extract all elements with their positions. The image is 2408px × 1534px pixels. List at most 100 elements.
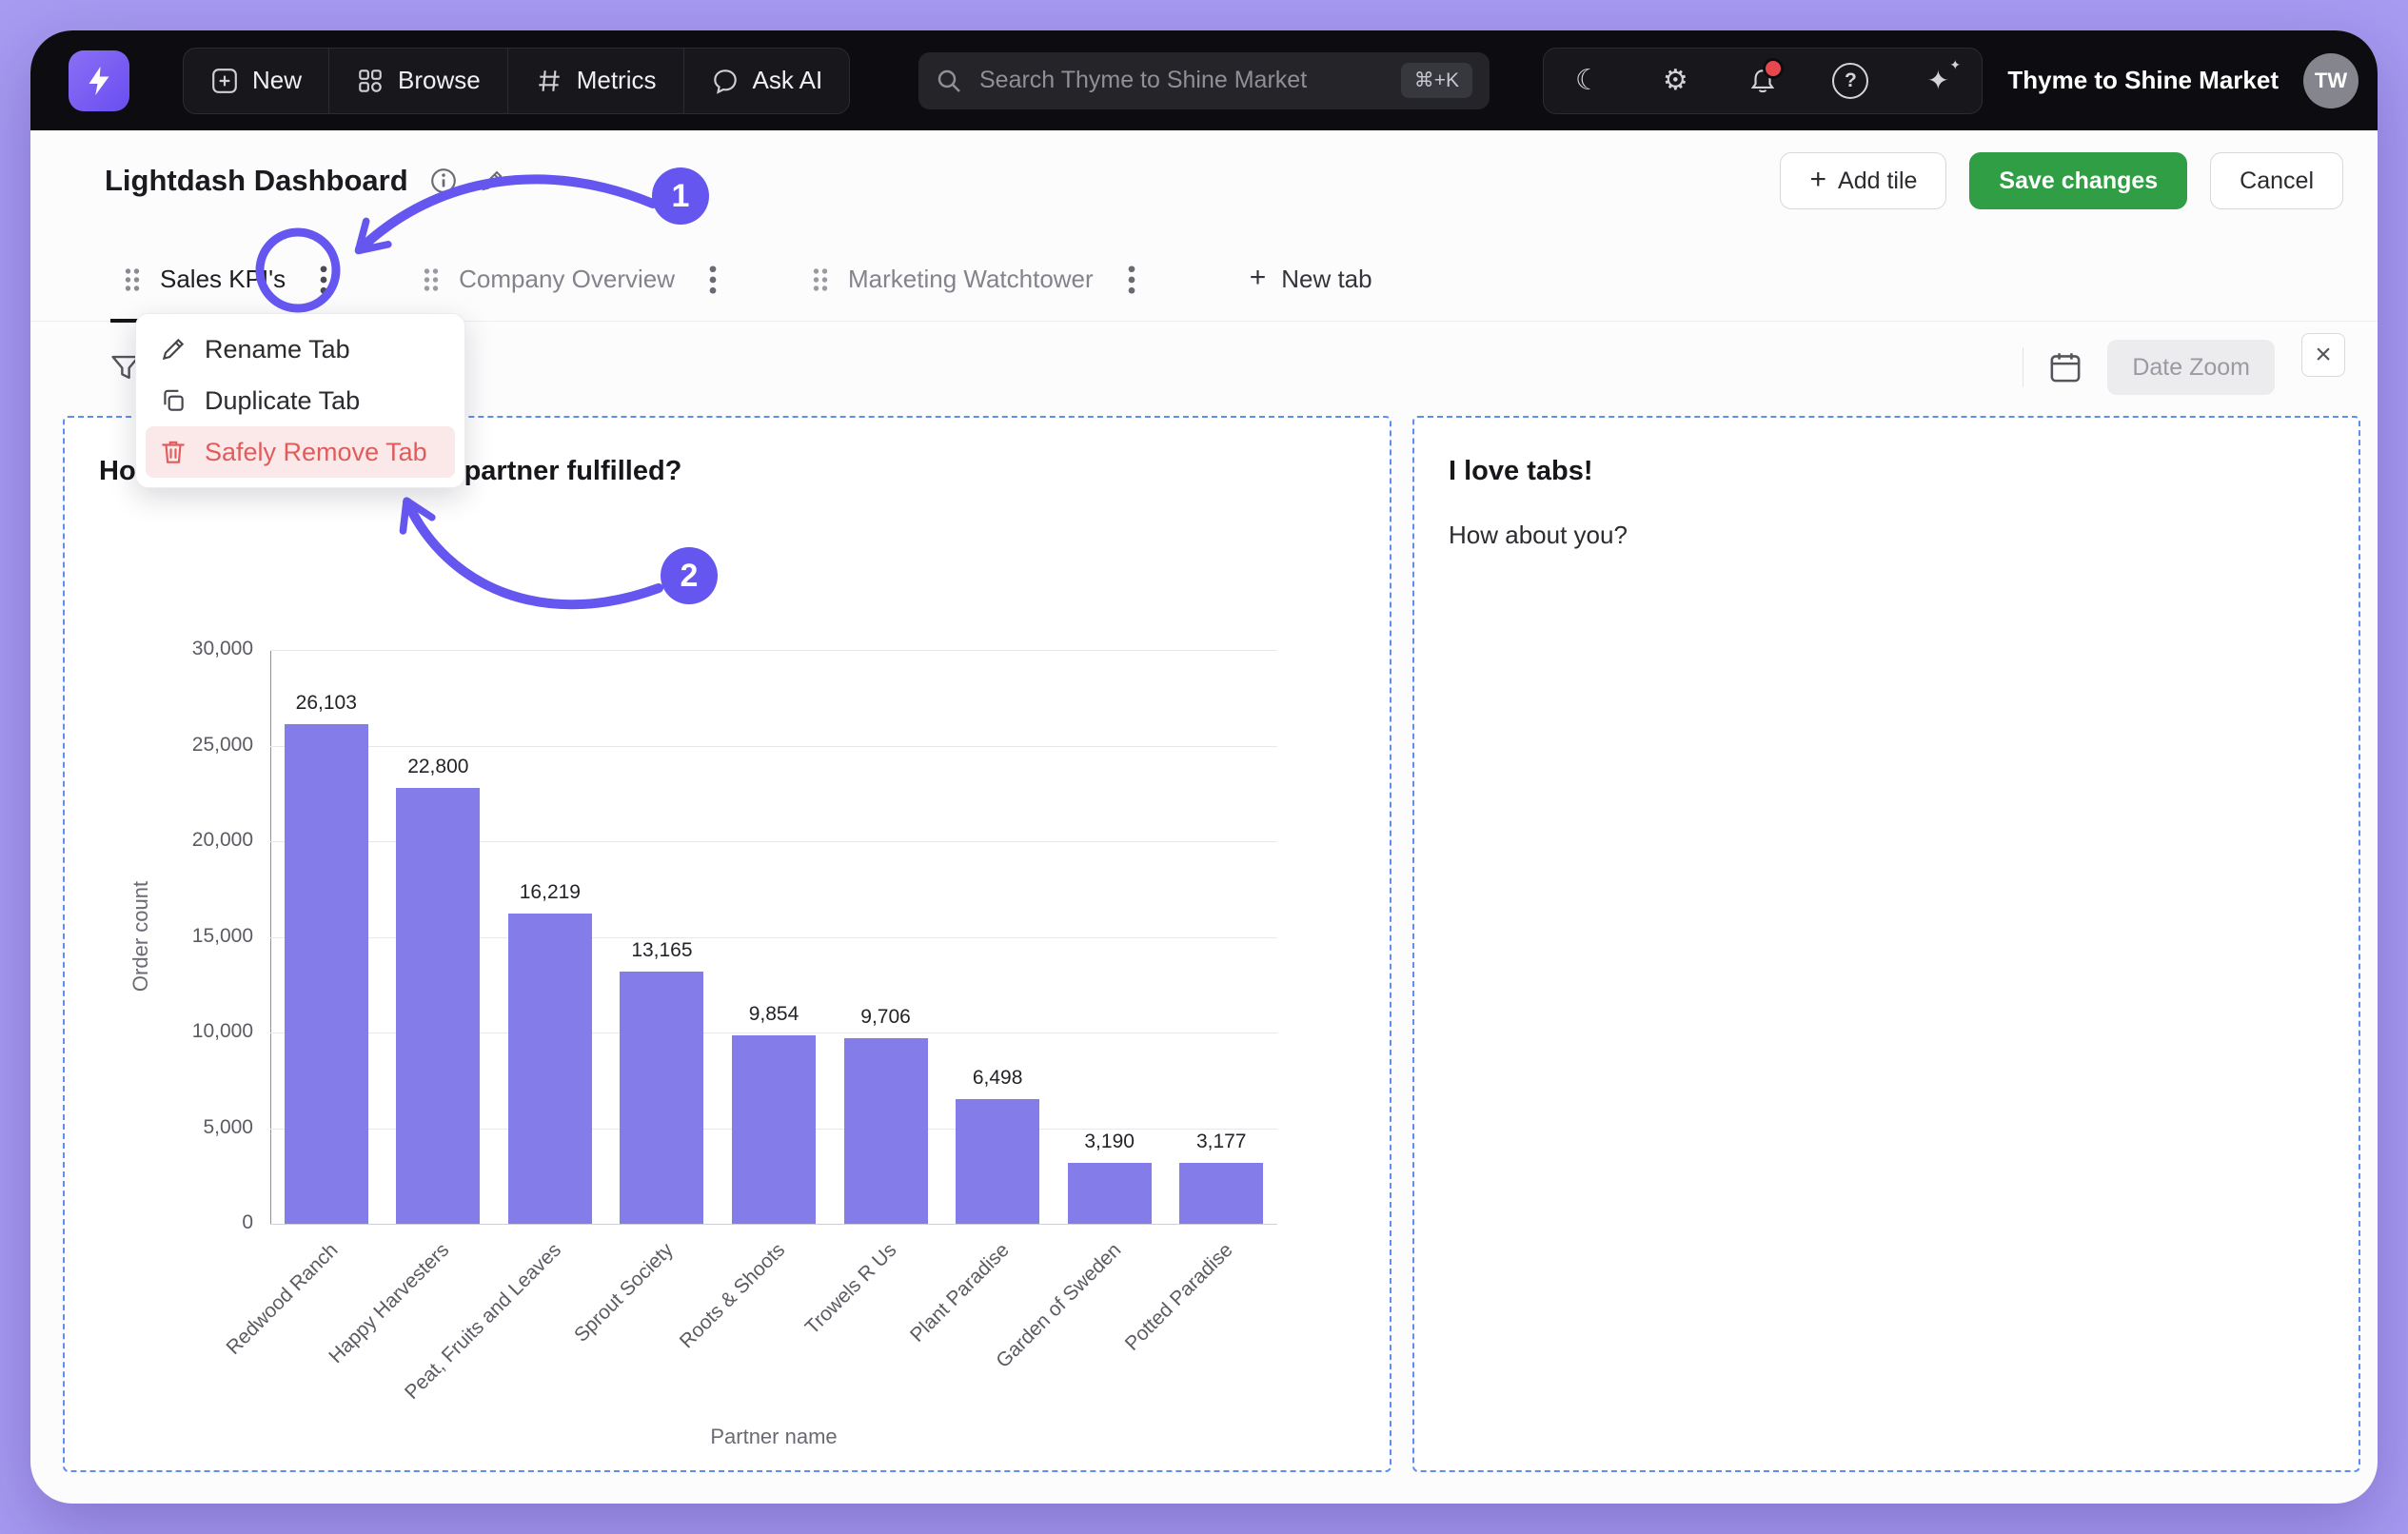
kebab-menu-icon (1127, 265, 1136, 295)
global-search[interactable]: ⌘+K (918, 52, 1490, 109)
bar-1[interactable] (396, 788, 480, 1224)
navbar-right-cluster: ☾ ⚙ ? ✦✦ Thyme to Shine Market TW (1543, 48, 2359, 114)
sparkles-icon: ✦✦ (1927, 65, 1949, 96)
search-input[interactable] (977, 66, 1386, 95)
y-tick-label: 30,000 (105, 638, 253, 660)
date-zoom-button[interactable]: Date Zoom (2107, 340, 2275, 395)
new-label: New (252, 66, 302, 95)
drag-handle-icon[interactable] (810, 266, 831, 294)
bar-value-label: 13,165 (576, 939, 747, 962)
browse-button[interactable]: Browse (328, 49, 507, 113)
plus-icon: + (1250, 264, 1267, 292)
bar-0[interactable] (285, 724, 368, 1224)
metrics-label: Metrics (577, 66, 657, 95)
app-window: New Browse Metrics Ask AI ⌘+K (30, 30, 2378, 1504)
chat-bubble-icon (711, 67, 740, 95)
text-tile[interactable]: I love tabs! How about you? (1412, 416, 2360, 1472)
y-tick-label: 5,000 (105, 1116, 253, 1139)
gridline (270, 746, 1277, 747)
ai-sparkles-button[interactable]: ✦✦ (1894, 49, 1982, 113)
bar-6[interactable] (956, 1099, 1039, 1224)
bar-8[interactable] (1179, 1163, 1263, 1224)
trash-icon (159, 438, 188, 466)
help-icon: ? (1832, 63, 1868, 99)
text-tile-body: How about you? (1449, 521, 1628, 550)
browse-label: Browse (398, 66, 481, 95)
metrics-button[interactable]: Metrics (507, 49, 683, 113)
search-icon (936, 68, 962, 94)
cancel-button[interactable]: Cancel (2210, 152, 2343, 209)
navbar-icon-pill: ☾ ⚙ ? ✦✦ (1543, 48, 1983, 114)
toolbar-right: Date Zoom (2023, 340, 2275, 395)
bar-5[interactable] (844, 1038, 928, 1224)
tab-marketing-watchtower[interactable]: Marketing Watchtower (793, 238, 1170, 322)
bar-value-label: 6,498 (912, 1067, 1083, 1090)
lightning-bolt-icon (82, 64, 116, 98)
y-tick-label: 20,000 (105, 829, 253, 852)
header-actions: +Add tile Save changes Cancel (1780, 152, 2343, 209)
tab-label: Sales KPI's (160, 265, 286, 294)
save-changes-button[interactable]: Save changes (1969, 152, 2187, 209)
tab-menu-button-company-overview[interactable] (692, 259, 734, 301)
chart-tile[interactable]: How many orders has each partner fulfill… (63, 416, 1392, 1472)
calendar-icon[interactable] (2048, 350, 2082, 384)
tab-sales-kpis[interactable]: Sales KPI's (105, 238, 362, 322)
y-tick-label: 0 (105, 1211, 253, 1234)
tab-label: Marketing Watchtower (848, 265, 1094, 294)
close-button[interactable]: × (2301, 333, 2345, 377)
moon-icon: ☾ (1575, 64, 1601, 97)
rename-tab-menu-item[interactable]: Rename Tab (146, 324, 455, 375)
text-tile-title: I love tabs! (1449, 456, 1593, 487)
bar-7[interactable] (1068, 1163, 1152, 1224)
new-button[interactable]: New (184, 49, 328, 113)
dark-mode-button[interactable]: ☾ (1544, 49, 1631, 113)
bar-chart: Order count Partner name 05,00010,00015,… (65, 418, 1390, 1470)
bar-4[interactable] (732, 1035, 816, 1224)
ask-ai-button[interactable]: Ask AI (683, 49, 850, 113)
tab-label: Company Overview (459, 265, 675, 294)
rename-dashboard-button[interactable] (479, 167, 505, 194)
tab-menu-button-marketing-watchtower[interactable] (1111, 259, 1153, 301)
pencil-icon (479, 167, 505, 194)
dashboard-header: Lightdash Dashboard +Add tile Save chang… (30, 143, 2378, 219)
settings-button[interactable]: ⚙ (1631, 49, 1719, 113)
y-tick-label: 10,000 (105, 1020, 253, 1043)
workspace-name[interactable]: Thyme to Shine Market (2007, 66, 2279, 95)
help-button[interactable]: ? (1806, 49, 1894, 113)
y-tick-label: 15,000 (105, 925, 253, 948)
plus-icon: + (1809, 166, 1826, 194)
duplicate-tab-menu-item[interactable]: Duplicate Tab (146, 375, 455, 426)
gear-icon: ⚙ (1663, 64, 1688, 97)
remove-tab-menu-item[interactable]: Safely Remove Tab (146, 426, 455, 478)
hash-icon (535, 67, 563, 95)
x-axis-line (270, 1224, 1277, 1225)
ask-ai-label: Ask AI (753, 66, 823, 95)
remove-tab-label: Safely Remove Tab (205, 438, 427, 467)
tab-company-overview[interactable]: Company Overview (404, 238, 751, 322)
new-tab-label: New tab (1281, 265, 1372, 294)
tab-menu-button-sales-kpis[interactable] (303, 259, 345, 301)
bar-value-label: 22,800 (352, 756, 523, 778)
dashboard-tab-bar: Sales KPI's Company Overview Marketing W… (30, 238, 2378, 322)
notification-dot (1763, 58, 1784, 79)
screenshot-stage: New Browse Metrics Ask AI ⌘+K (0, 0, 2408, 1534)
user-avatar[interactable]: TW (2303, 53, 2359, 108)
x-axis-title: Partner name (270, 1425, 1277, 1449)
bar-value-label: 9,706 (800, 1006, 972, 1029)
main-nav-group: New Browse Metrics Ask AI (183, 48, 850, 114)
dashboard-info-button[interactable] (429, 167, 458, 195)
grid-icon (356, 67, 385, 95)
info-icon (429, 167, 458, 195)
notifications-button[interactable] (1719, 49, 1806, 113)
drag-handle-icon[interactable] (122, 266, 143, 294)
tab-context-menu: Rename Tab Duplicate Tab Safely Remove T… (135, 313, 465, 488)
plus-square-icon (210, 67, 239, 95)
page-title: Lightdash Dashboard (105, 164, 408, 198)
drag-handle-icon[interactable] (421, 266, 442, 294)
kebab-menu-icon (708, 265, 718, 295)
add-tile-button[interactable]: +Add tile (1780, 152, 1946, 209)
bar-value-label: 26,103 (241, 692, 412, 715)
rename-tab-label: Rename Tab (205, 335, 350, 364)
new-tab-button[interactable]: + New tab (1250, 265, 1372, 294)
lightdash-logo[interactable] (69, 50, 129, 111)
